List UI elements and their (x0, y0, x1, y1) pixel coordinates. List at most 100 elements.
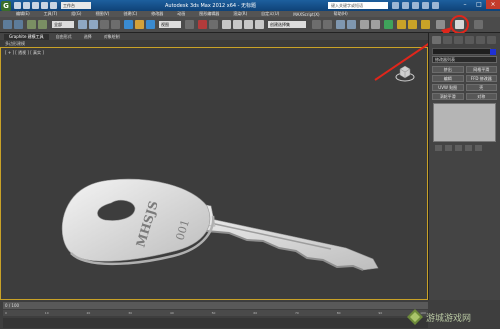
window-controls: – □ × (458, 0, 500, 9)
object-color-swatch[interactable] (490, 49, 496, 55)
schematic-view-icon[interactable] (371, 20, 380, 29)
display-tab-icon[interactable] (476, 36, 485, 44)
ruler-tick: 60 (253, 311, 258, 315)
infocenter-icons (392, 2, 439, 9)
link-icon[interactable] (27, 20, 36, 29)
motion-tab-icon[interactable] (465, 36, 474, 44)
show-end-result-icon[interactable] (445, 145, 452, 151)
ruler-tick: 50 (211, 311, 216, 315)
modifier-list-dropdown[interactable]: 修改器列表 (432, 56, 497, 63)
hierarchy-tab-icon[interactable] (454, 36, 463, 44)
toolbar-options-icon[interactable] (474, 20, 483, 29)
configure-sets-icon[interactable] (475, 145, 482, 151)
reference-coord-dropdown[interactable]: 视图 (159, 21, 181, 28)
angle-snap-icon[interactable] (233, 20, 242, 29)
selection-filter-dropdown[interactable]: 全部 (52, 21, 74, 28)
minimize-icon[interactable]: – (458, 0, 472, 9)
menu-item[interactable]: MAXScript(X) (293, 12, 319, 17)
ruler-tick: 10 (44, 311, 49, 315)
graphite-toggle-icon[interactable] (347, 20, 356, 29)
undo-icon[interactable] (3, 20, 12, 29)
ruler-tick: 20 (86, 311, 91, 315)
snap-toggle-icon[interactable] (222, 20, 231, 29)
command-panel-tabs (429, 33, 500, 47)
active-shade-icon[interactable] (436, 20, 445, 29)
modifier-button[interactable]: UVW 贴图 (432, 84, 464, 91)
select-by-name-icon[interactable] (89, 20, 98, 29)
quick-access-toolbar (14, 2, 57, 9)
tab-selection[interactable]: 选择 (79, 34, 97, 40)
keyboard-shortcut-icon[interactable] (209, 20, 218, 29)
favorites-icon[interactable] (422, 2, 429, 9)
make-unique-icon[interactable] (455, 145, 462, 151)
layer-manager-icon[interactable] (336, 20, 345, 29)
percent-snap-icon[interactable] (244, 20, 253, 29)
region-select-icon[interactable] (100, 20, 109, 29)
window-crossing-icon[interactable] (111, 20, 120, 29)
maximize-icon[interactable]: □ (472, 0, 486, 9)
modifier-button[interactable]: 壳 (465, 84, 497, 91)
curve-editor-icon[interactable] (360, 20, 369, 29)
save-file-icon[interactable] (32, 2, 39, 9)
pivot-center-icon[interactable] (185, 20, 194, 29)
named-selection-dropdown[interactable]: 创建选择集 (268, 21, 306, 28)
ruler-tick: 90 (378, 311, 383, 315)
object-name-field[interactable] (432, 48, 496, 55)
redo-icon[interactable] (50, 2, 57, 9)
modifier-stack[interactable] (433, 103, 496, 142)
subscription-icon[interactable] (402, 2, 409, 9)
perspective-viewport[interactable]: MHSJS 001 [ + ] [ 透视 ] [ 真实 ] (0, 47, 428, 300)
ribbon-subbar: 多边形建模 (0, 40, 428, 47)
modifier-button[interactable]: 涡轮平滑 (432, 93, 464, 100)
tab-freeform[interactable]: 自由形式 (51, 34, 77, 40)
command-panel: 修改器列表 挤出 网格平滑 编辑 FFD 修改器 UVW 贴图 壳 涡轮平滑 对… (428, 33, 500, 300)
search-input[interactable]: 键入关键字或短语 (328, 2, 388, 9)
rendered-frame-icon[interactable] (408, 20, 417, 29)
key-model[interactable]: MHSJS 001 (1, 48, 427, 299)
render-production-icon[interactable] (421, 20, 430, 29)
close-icon[interactable]: × (486, 0, 500, 9)
modifier-button[interactable]: 挤出 (432, 66, 464, 73)
undo-icon[interactable] (41, 2, 48, 9)
select-manipulate-icon[interactable] (198, 20, 207, 29)
key-bow (61, 178, 211, 262)
open-file-icon[interactable] (23, 2, 30, 9)
material-editor-icon[interactable] (384, 20, 393, 29)
viewport-label[interactable]: [ + ] [ 透视 ] [ 真实 ] (5, 50, 44, 56)
modifier-button[interactable]: FFD 修改器 (465, 75, 497, 82)
tab-graphite-modeling[interactable]: Graphite 建模工具 (4, 33, 49, 40)
window-title: Autodesk 3ds Max 2012 x64 - 无标题 (165, 3, 257, 9)
watermark: 游城游戏网 (404, 305, 500, 329)
spinner-snap-icon[interactable] (255, 20, 264, 29)
workspace-dropdown[interactable]: 工作台 (61, 2, 91, 9)
ribbon-tabs: Graphite 建模工具 自由形式 选择 对象绘制 (0, 33, 428, 40)
viewcube-icon[interactable] (395, 63, 415, 83)
render-setup-icon[interactable] (397, 20, 406, 29)
modify-tab-icon[interactable] (443, 36, 452, 44)
ruler-tick: 30 (128, 311, 133, 315)
move-icon[interactable] (124, 20, 133, 29)
create-tab-icon[interactable] (432, 36, 441, 44)
communication-icon[interactable] (412, 2, 419, 9)
new-file-icon[interactable] (14, 2, 21, 9)
remove-modifier-icon[interactable] (465, 145, 472, 151)
select-object-icon[interactable] (78, 20, 87, 29)
track-bar[interactable]: 0 10 20 30 40 50 60 70 80 90 100 (3, 310, 428, 316)
search-icon[interactable] (392, 2, 399, 9)
modifier-button[interactable]: 网格平滑 (465, 66, 497, 73)
modifier-button[interactable]: 对称 (465, 93, 497, 100)
help-icon[interactable] (432, 2, 439, 9)
mirror-icon[interactable] (312, 20, 321, 29)
redo-icon[interactable] (14, 20, 23, 29)
unlink-icon[interactable] (38, 20, 47, 29)
app-logo-icon[interactable]: G (1, 0, 11, 11)
align-icon[interactable] (323, 20, 332, 29)
pin-stack-icon[interactable] (435, 145, 442, 151)
time-slider[interactable]: 0 / 100 (3, 302, 428, 309)
tab-object-paint[interactable]: 对象绘制 (99, 34, 125, 40)
scale-icon[interactable] (146, 20, 155, 29)
modifier-button[interactable]: 编辑 (432, 75, 464, 82)
rotate-icon[interactable] (135, 20, 144, 29)
utilities-tab-icon[interactable] (487, 36, 496, 44)
highlight-circle (450, 15, 469, 34)
